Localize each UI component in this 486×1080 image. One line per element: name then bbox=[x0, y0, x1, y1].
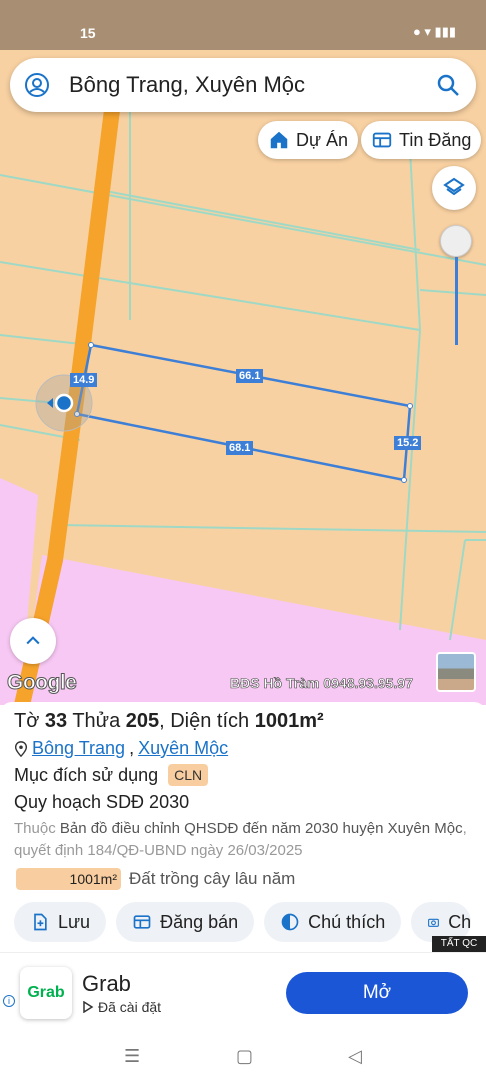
search-icon[interactable] bbox=[434, 71, 462, 99]
location-link-district[interactable]: Xuyên Mộc bbox=[138, 738, 228, 759]
measure-top: 66.1 bbox=[236, 369, 264, 383]
search-bar[interactable]: Bông Trang, Xuyên Mộc bbox=[10, 58, 476, 112]
land-use-row: 1001m² Đất trồng cây lâu năm bbox=[16, 868, 295, 890]
plan-desc-prefix: Thuộc bbox=[14, 820, 60, 837]
pin-icon bbox=[14, 740, 28, 757]
ad-info-icon[interactable]: i bbox=[3, 995, 15, 1007]
camera-icon bbox=[428, 918, 440, 927]
play-store-icon bbox=[83, 1001, 94, 1013]
back-icon[interactable]: ◁ bbox=[348, 1046, 362, 1067]
title-prefix: Tờ bbox=[14, 710, 45, 732]
purpose-label: Mục đích sử dụng bbox=[14, 764, 159, 785]
save-button[interactable]: Lưu bbox=[14, 902, 107, 942]
location-link-ward[interactable]: Bông Trang bbox=[32, 738, 125, 759]
plan-description: Thuộc Bản đồ điều chỉnh QHSDĐ đến năm 20… bbox=[14, 818, 474, 862]
save-icon bbox=[34, 913, 47, 931]
ad-close-tag[interactable]: TẤT QC bbox=[432, 936, 486, 952]
sheet-number: 33 bbox=[44, 710, 68, 732]
action-bar: Lưu Đăng bán Chú thích Ch bbox=[14, 902, 472, 942]
parcel-title: Tờ 33 Thửa 205, Diện tích 1001m² bbox=[14, 710, 324, 733]
system-nav-bar: ☰ ▢ ◁ bbox=[0, 1032, 486, 1080]
legend-label: Chú thích bbox=[308, 911, 386, 932]
listings-icon bbox=[372, 132, 392, 148]
search-input[interactable]: Bông Trang, Xuyên Mộc bbox=[69, 72, 305, 98]
parcel-outline bbox=[75, 343, 412, 482]
save-label: Lưu bbox=[58, 911, 91, 932]
capture-label: Ch bbox=[448, 911, 472, 932]
measure-bottom: 68.1 bbox=[226, 441, 254, 455]
area-prefix: , Diện tích bbox=[159, 710, 255, 732]
measure-right: 15.2 bbox=[394, 436, 422, 450]
layers-icon bbox=[443, 177, 465, 196]
area-bar: 1001m² bbox=[16, 868, 121, 890]
project-chip-label: Dự Án bbox=[296, 129, 349, 150]
area-value: 1001m² bbox=[254, 710, 324, 732]
location-separator: , bbox=[129, 738, 135, 758]
listings-chip[interactable]: Tin Đăng bbox=[361, 121, 482, 159]
ad-installed-row: Đã cài đặt bbox=[82, 999, 161, 1015]
contrast-icon bbox=[281, 913, 299, 931]
layers-button[interactable] bbox=[432, 166, 476, 210]
opacity-slider-knob[interactable] bbox=[440, 225, 472, 257]
listings-chip-label: Tin Đăng bbox=[399, 129, 472, 150]
post-sale-label: Đăng bán bbox=[160, 911, 239, 932]
location-row: Bông Trang, Xuyên Mộc bbox=[14, 738, 228, 759]
purpose-badge: CLN bbox=[168, 764, 209, 786]
status-time: 15 bbox=[80, 25, 96, 41]
plot-number: 205 bbox=[125, 710, 160, 732]
map-watermark: BĐS Hồ Tràm 0948.93.95.97 bbox=[230, 675, 413, 692]
location-status-icon: ● ▾ ▮▮▮ bbox=[412, 24, 456, 39]
plot-prefix: Thửa bbox=[67, 710, 126, 732]
parcel-info-sheet: Tờ 33 Thửa 205, Diện tích 1001m² Bông Tr… bbox=[0, 702, 486, 952]
post-sale-button[interactable]: Đăng bán bbox=[116, 902, 255, 942]
project-chip[interactable]: Dự Án bbox=[258, 121, 359, 159]
my-location-dot bbox=[54, 393, 74, 413]
ad-installed-label: Đã cài đặt bbox=[98, 999, 162, 1015]
opacity-slider-track[interactable] bbox=[455, 257, 458, 345]
street-view-thumbnail[interactable] bbox=[436, 652, 476, 692]
ad-banner: i Grab Grab Đã cài đặt Mở bbox=[0, 952, 486, 1032]
measure-left: 14.9 bbox=[70, 373, 98, 387]
google-logo: Google bbox=[6, 671, 77, 695]
expand-up-button[interactable] bbox=[10, 618, 56, 664]
legend-button[interactable]: Chú thích bbox=[264, 902, 402, 942]
chevron-up-icon bbox=[26, 636, 40, 645]
home-icon[interactable]: ▢ bbox=[236, 1046, 253, 1067]
plan-title: Quy hoạch SDĐ 2030 bbox=[14, 792, 190, 812]
recent-apps-icon[interactable]: ☰ bbox=[124, 1046, 140, 1067]
land-type-label: Đất trồng cây lâu năm bbox=[129, 869, 296, 888]
listing-icon bbox=[133, 915, 151, 929]
ad-app-name: Grab bbox=[82, 971, 131, 996]
house-icon bbox=[270, 131, 288, 149]
grab-logo: Grab bbox=[20, 967, 72, 1019]
status-bar: 15 ● ▾ ▮▮▮ bbox=[0, 0, 486, 50]
plan-desc-main: Bản đồ điều chỉnh QHSDĐ đến năm 2030 huy… bbox=[59, 820, 463, 837]
purpose-row: Mục đích sử dụng CLN bbox=[14, 764, 209, 786]
ad-open-button[interactable]: Mở bbox=[286, 972, 468, 1014]
user-icon[interactable] bbox=[24, 72, 50, 98]
